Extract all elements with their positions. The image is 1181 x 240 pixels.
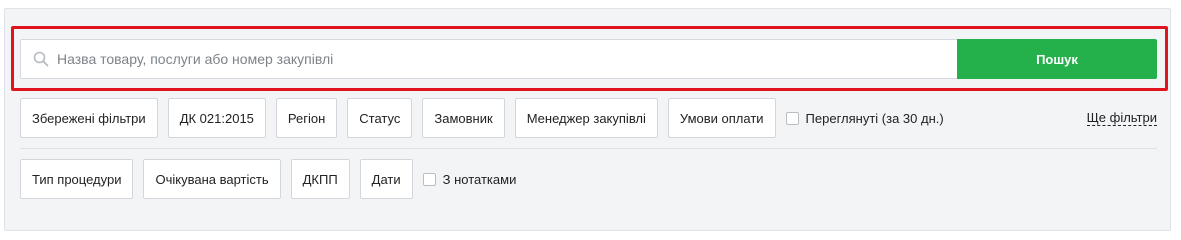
notes-checkbox[interactable] bbox=[422, 172, 436, 186]
filter-dkpp-button[interactable]: ДКПП bbox=[290, 159, 350, 199]
notes-checkbox-label: З нотатками bbox=[442, 171, 517, 187]
notes-checkbox-control[interactable]: З нотатками bbox=[422, 171, 517, 187]
viewed-checkbox-label: Переглянуті (за 30 дн.) bbox=[805, 110, 944, 126]
viewed-checkbox[interactable] bbox=[785, 111, 799, 125]
filter-procedure-type-button[interactable]: Тип процедури bbox=[20, 159, 134, 199]
search-highlight-frame bbox=[11, 26, 1168, 91]
filter-procurement-manager-button[interactable]: Менеджер закупівлі bbox=[514, 98, 658, 138]
filter-row-secondary: Тип процедури Очікувана вартість ДКПП Да… bbox=[20, 159, 516, 199]
filter-payment-terms-button[interactable]: Умови оплати bbox=[667, 98, 776, 138]
filters-divider bbox=[20, 148, 1157, 149]
filter-dk021-button[interactable]: ДК 021:2015 bbox=[167, 98, 266, 138]
filter-saved-filters-button[interactable]: Збережені фільтри bbox=[20, 98, 158, 138]
filter-status-button[interactable]: Статус bbox=[347, 98, 413, 138]
viewed-checkbox-control[interactable]: Переглянуті (за 30 дн.) bbox=[785, 110, 944, 126]
more-filters-link[interactable]: Ще фільтри bbox=[1086, 110, 1157, 126]
filter-customer-button[interactable]: Замовник bbox=[422, 98, 505, 138]
filter-expected-value-button[interactable]: Очікувана вартість bbox=[143, 159, 281, 199]
filter-dates-button[interactable]: Дати bbox=[359, 159, 413, 199]
filter-region-button[interactable]: Регіон bbox=[275, 98, 338, 138]
filter-row-primary: Збережені фільтри ДК 021:2015 Регіон Ста… bbox=[20, 98, 1157, 138]
